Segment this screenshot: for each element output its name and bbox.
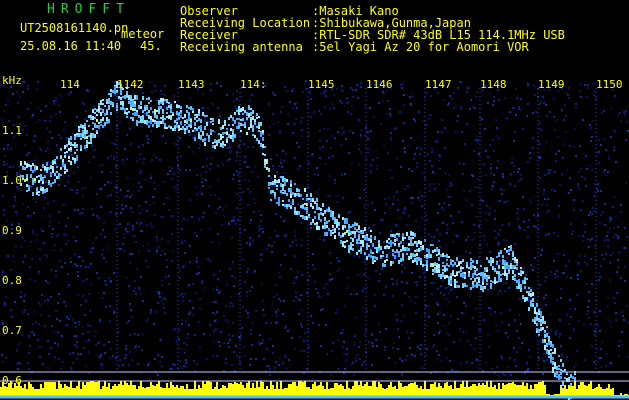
x-tick-label: 1143 [178, 78, 205, 91]
capture-count: 45. [140, 39, 162, 53]
x-tick-label: 114 [60, 78, 80, 91]
x-tick-label: 1142 [117, 78, 144, 91]
y-tick-label: 0.7 [2, 324, 22, 337]
app-title: HROFFT [47, 2, 130, 17]
x-tick-label: 114: [240, 78, 267, 91]
x-tick-label: 1150 [596, 78, 623, 91]
x-tick-label: 1148 [480, 78, 507, 91]
x-tick-label: 1146 [366, 78, 393, 91]
x-tick-label: 1147 [425, 78, 452, 91]
y-tick-label: 0.6 [2, 374, 22, 387]
x-tick-label: 1145 [308, 78, 335, 91]
y-tick-label: 0.8 [2, 274, 22, 287]
y-tick-label: 0.9 [2, 224, 22, 237]
capture-datetime: 25.08.16 11:40 [20, 39, 122, 53]
y-axis-unit: kHz [2, 74, 22, 87]
value-antenna: :5el Yagi Az 20 for Aomori VOR [312, 40, 529, 54]
spectrogram [0, 78, 629, 400]
file-name: UT2508161140.pn [20, 21, 129, 35]
label-antenna: Receiving antenna [180, 40, 303, 54]
x-tick-label: 1149 [538, 78, 565, 91]
y-tick-label: 1.0 [2, 174, 22, 187]
y-tick-label: 1.1 [2, 124, 22, 137]
